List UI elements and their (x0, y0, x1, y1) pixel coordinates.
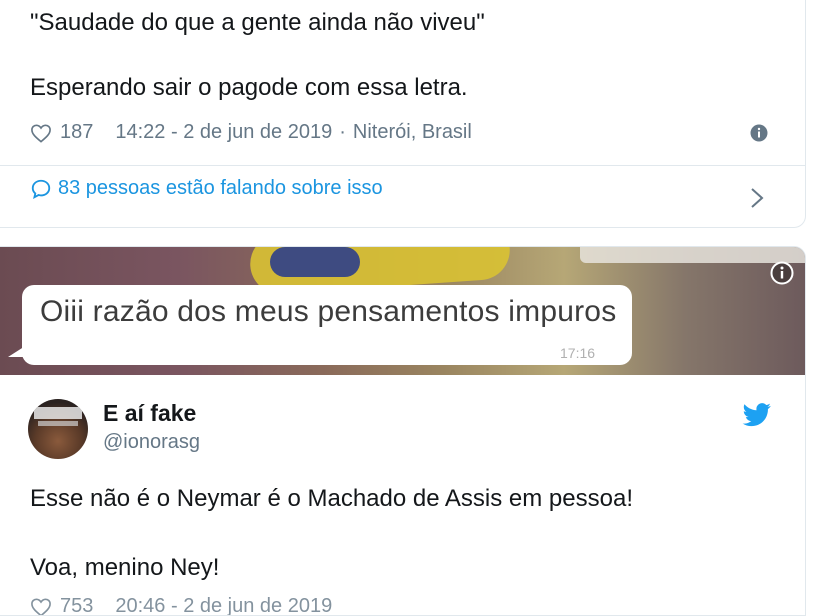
tweet-media-image[interactable]: Oiii razão dos meus pensamentos impuros … (0, 247, 806, 375)
tweet-card-1: "Saudade do que a gente ainda não viveu"… (0, 0, 806, 228)
conversation-label: 83 pessoas estão falando sobre isso (58, 177, 383, 200)
avatar-detail (38, 421, 78, 426)
chevron-right-icon[interactable] (750, 187, 764, 209)
tweet-card-2: Oiii razão dos meus pensamentos impuros … (0, 246, 806, 616)
tweet-meta: 753 20:46 - 2 de jun de 2019 (30, 595, 332, 616)
tweet-text-line: Voa, menino Ney! (30, 553, 219, 583)
heart-icon[interactable] (30, 597, 52, 616)
heart-icon[interactable] (30, 123, 52, 143)
tweet-text-body: Esperando sair o pagode com essa letra. (30, 73, 468, 103)
chat-message: Oiii razão dos meus pensamentos impuros (40, 295, 616, 329)
user-handle[interactable]: @ionorasg (103, 431, 200, 454)
display-name[interactable]: E aí fake (103, 400, 196, 427)
like-count: 753 (60, 595, 93, 616)
info-icon[interactable] (750, 124, 768, 142)
tweet-timestamp[interactable]: 20:46 - 2 de jun de 2019 (115, 595, 332, 616)
media-background-shape (270, 247, 360, 277)
media-info-icon[interactable] (770, 261, 794, 285)
tweet-text-quote: "Saudade do que a gente ainda não viveu" (30, 8, 485, 38)
chat-bubble-tail (8, 343, 30, 357)
chat-time: 17:16 (560, 345, 595, 361)
twitter-bird-icon[interactable] (742, 403, 772, 427)
avatar-detail (34, 407, 82, 419)
tweet-text-line: Esse não é o Neymar é o Machado de Assis… (30, 484, 633, 514)
tweet-timestamp[interactable]: 14:22 - 2 de jun de 2019 (115, 121, 332, 144)
meta-separator: · (339, 121, 346, 144)
tweet-location[interactable]: Niterói, Brasil (353, 121, 472, 144)
divider (0, 165, 806, 166)
like-count: 187 (60, 121, 93, 144)
avatar[interactable] (28, 399, 88, 459)
conversation-link[interactable]: 83 pessoas estão falando sobre isso (30, 177, 383, 200)
conversation-icon (30, 178, 52, 200)
tweet-meta: 187 14:22 - 2 de jun de 2019 · Niterói, … (30, 121, 472, 144)
